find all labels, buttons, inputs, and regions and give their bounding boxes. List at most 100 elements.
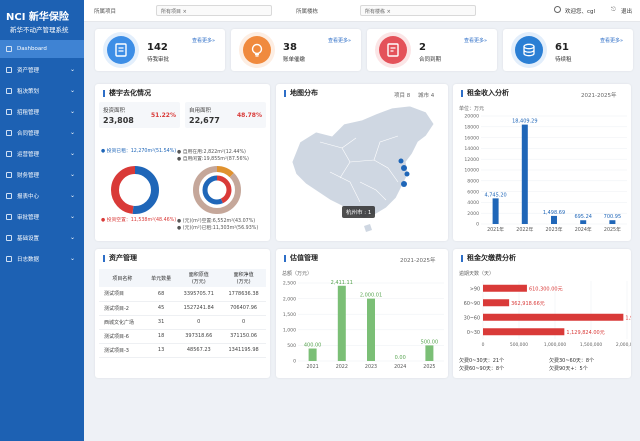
investment-donut <box>111 166 159 214</box>
building-filter-select[interactable]: 所有楼栋 × <box>360 5 476 16</box>
asset-title: 资产管理 <box>103 255 137 262</box>
table-cell: 0 <box>241 319 246 325</box>
nav-item[interactable]: 基础设置 ⌄ <box>0 229 84 247</box>
nav-item[interactable]: Dashboard <box>0 40 84 58</box>
map-marker <box>404 171 410 177</box>
nav-item[interactable]: 合同管理 ⌄ <box>0 124 84 142</box>
arrears-unit: 逾期天数（天） <box>459 271 495 277</box>
donut2-label-bot1: ● (元)(m²)空置:6,552m²(43.07%) <box>177 219 256 224</box>
nav-icon <box>6 130 12 136</box>
table-header: 面积原值 (万元) <box>188 272 209 285</box>
lightbulb-icon <box>243 36 271 64</box>
china-outline <box>291 105 435 219</box>
user-icon <box>554 6 561 13</box>
x-tick-label: 1,000,000 <box>544 342 567 348</box>
table-cell: 13 <box>157 347 165 353</box>
y-tick-label: 4000 <box>467 200 479 206</box>
nav-label: 基础设置 <box>17 236 40 242</box>
arrears-footer-2: 欠费30~60天：8个 <box>549 358 595 364</box>
welcome-text: 欢迎您、cgl <box>565 9 596 15</box>
kpi-label: 待我审批 <box>147 57 170 63</box>
kpi-card-pending-renewal[interactable]: 查看更多» 61 待续租 <box>503 29 633 71</box>
nav-label: Dashboard <box>17 46 47 52</box>
bar <box>367 298 375 361</box>
nav-icon <box>6 46 12 52</box>
selfuse-area-box: 自用面积 22,677 48.78% <box>185 102 266 128</box>
y-tick-label: 8000 <box>467 179 479 185</box>
data-label: 4,745.20 <box>484 192 506 198</box>
chevron-down-icon: ⌄ <box>69 108 75 115</box>
nav-icon <box>6 193 12 199</box>
project-filter-select[interactable]: 所有项目 × <box>156 5 272 16</box>
nav-item[interactable]: 运营管理 ⌄ <box>0 145 84 163</box>
view-more-link[interactable]: 查看更多» <box>600 37 623 44</box>
data-label: 500.00 <box>421 339 439 345</box>
arrears-chart: 0 500,000 1,000,000 1,500,000 2,000,000 610,3… <box>464 281 631 348</box>
table-cell: 测试项目-3 <box>104 347 129 354</box>
rent-chart: 0 2000 4000 6000 8000 10000 12000 14000 16000 180… <box>464 114 627 233</box>
table-cell: 1341195.98 <box>228 347 259 353</box>
valuation-title: 估值管理 <box>284 255 318 262</box>
view-more-link[interactable]: 查看更多» <box>328 37 351 44</box>
table-row[interactable]: 测试项目-2 45 1527241.84 706407.96 <box>99 301 266 315</box>
nav-item[interactable]: 租决策划 ⌄ <box>0 82 84 100</box>
nav-icon <box>6 151 12 157</box>
y-tick-label: 16000 <box>464 135 479 141</box>
selfuse-area-pct: 48.78% <box>237 112 262 119</box>
rent-panel: 租金收入分析 2021-2025年 单位：万元 0 2000 4000 6000 800… <box>453 84 631 241</box>
x-tick-label: 2021 <box>306 364 318 370</box>
view-more-link[interactable]: 查看更多» <box>464 37 487 44</box>
table-row[interactable]: 测试项目-6 18 397318.66 371150.06 <box>99 329 266 343</box>
kpi-label: 待续租 <box>555 57 572 63</box>
y-tick-label: 500 <box>287 343 296 349</box>
nav-label: 合同管理 <box>17 131 40 137</box>
table-cell: 1778636.38 <box>228 290 259 297</box>
nav-item[interactable]: 财务管理 ⌄ <box>0 166 84 184</box>
nav-item[interactable]: 审批管理 ⌄ <box>0 208 84 226</box>
y-tick-label: 20000 <box>464 114 479 120</box>
bar <box>308 348 317 361</box>
y-tick-label: >90 <box>470 286 480 292</box>
data-label: 362,918.66元 <box>511 301 545 307</box>
data-label: 0.00 <box>395 355 406 361</box>
map-marker <box>398 158 404 164</box>
nav-item[interactable]: 报表中心 ⌄ <box>0 187 84 205</box>
nav-label: 日志数据 <box>17 257 40 263</box>
table-cell: 3395705.71 <box>183 290 214 297</box>
table-row[interactable]: 测试项目 68 3395705.71 1778636.38 <box>99 287 266 301</box>
bar <box>483 284 527 292</box>
table-cell: 0 <box>197 319 201 325</box>
top-bar: 所属项目 所有项目 × 所属楼栋 所有楼栋 × 欢迎您、cgl ⎋ 退出 <box>84 0 640 22</box>
data-label: 700.95 <box>604 214 622 220</box>
logout-link[interactable]: 退出 <box>621 7 632 15</box>
document-icon <box>107 36 135 64</box>
table-row[interactable]: 测试项目-3 13 48567.23 1341195.98 <box>99 343 266 357</box>
kpi-card-bill-reminder[interactable]: 查看更多» 38 账单催缴 <box>231 29 361 71</box>
donut2-label-bot2: ● (元)(m²)已租:11,303m²(56.93%) <box>177 226 259 231</box>
table-cell: 测试项目 <box>104 291 125 298</box>
chevron-down-icon: ⌄ <box>69 150 75 157</box>
data-label: 400.00 <box>304 343 322 349</box>
kpi-card-contract-expiry[interactable]: 查看更多» 2 合同到期 <box>367 29 497 71</box>
nav-icon <box>6 109 12 115</box>
x-tick-label: 2023 <box>365 364 377 370</box>
bar <box>483 299 510 307</box>
y-tick-label: 14000 <box>464 146 479 152</box>
investment-area-value: 23,808 <box>103 116 134 125</box>
view-more-link[interactable]: 查看更多» <box>192 37 215 44</box>
bar <box>492 198 499 224</box>
data-label: 1,129,824.00元 <box>566 330 604 336</box>
nav-item[interactable]: 日志数据 ⌄ <box>0 250 84 268</box>
table-row[interactable]: 西城文化广场 31 0 0 <box>99 315 266 329</box>
donut1-label-bottom: ● 投资空置：11,538m²(48.46%) <box>101 218 177 223</box>
valuation-chart: 0 500 1,000 1,500 2,000 2,500 400.00 2021 2,411.… <box>283 280 444 370</box>
nav-item[interactable]: 资产管理 ⌄ <box>0 61 84 79</box>
table-cell: 18 <box>157 333 165 339</box>
y-tick-label: 18000 <box>464 125 479 131</box>
y-tick-label: 0 <box>293 359 296 365</box>
kpi-card-pending-approval[interactable]: 查看更多» 142 待我审批 <box>95 29 225 71</box>
data-label: 1,498.69 <box>543 210 565 216</box>
nav-item[interactable]: 招租管理 ⌄ <box>0 103 84 121</box>
brand-logo: NCI 新华保险 <box>6 12 69 23</box>
investment-area-box: 投资面积 23,808 51.22% <box>99 102 180 128</box>
